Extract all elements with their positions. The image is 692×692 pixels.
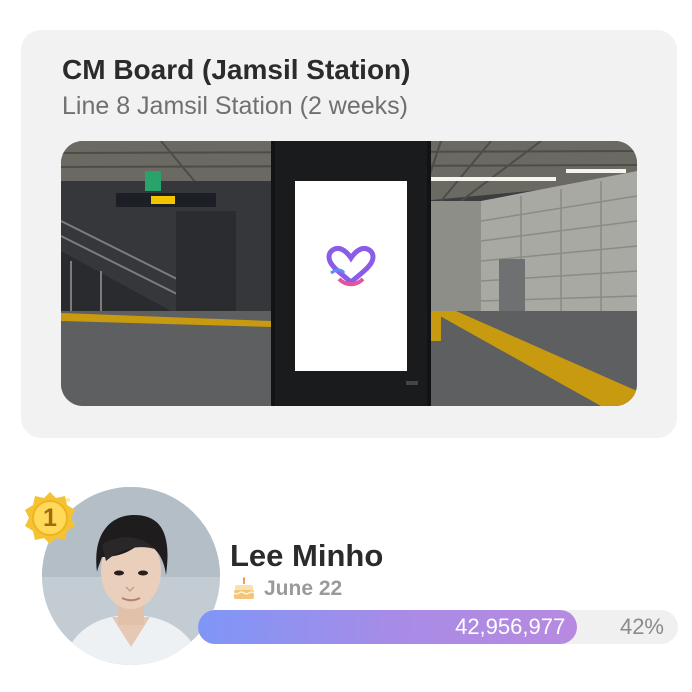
ad-board-card[interactable]: CM Board (Jamsil Station) Line 8 Jamsil … <box>21 30 677 438</box>
gold-medal-icon: 1 <box>22 490 78 546</box>
cake-icon <box>233 577 255 599</box>
ranking-row[interactable]: 1 Lee Minho June 22 42,956,977 42% <box>0 470 692 692</box>
vote-percent: 42% <box>619 614 664 639</box>
birthday-date: June 22 <box>264 577 343 600</box>
card-subtitle: Line 8 Jamsil Station (2 weeks) <box>62 92 408 120</box>
artist-name: Lee Minho <box>230 538 384 573</box>
subway-station-photo <box>61 141 637 406</box>
vote-count: 42,956,977 <box>455 614 566 639</box>
rank-number: 1 <box>43 503 57 532</box>
vote-progress-fill: 42,956,977 <box>198 610 578 644</box>
card-title: CM Board (Jamsil Station) <box>62 54 411 85</box>
birthday-row: June 22 <box>232 576 342 602</box>
vote-progress-bar: 42,956,977 42% <box>198 610 678 644</box>
